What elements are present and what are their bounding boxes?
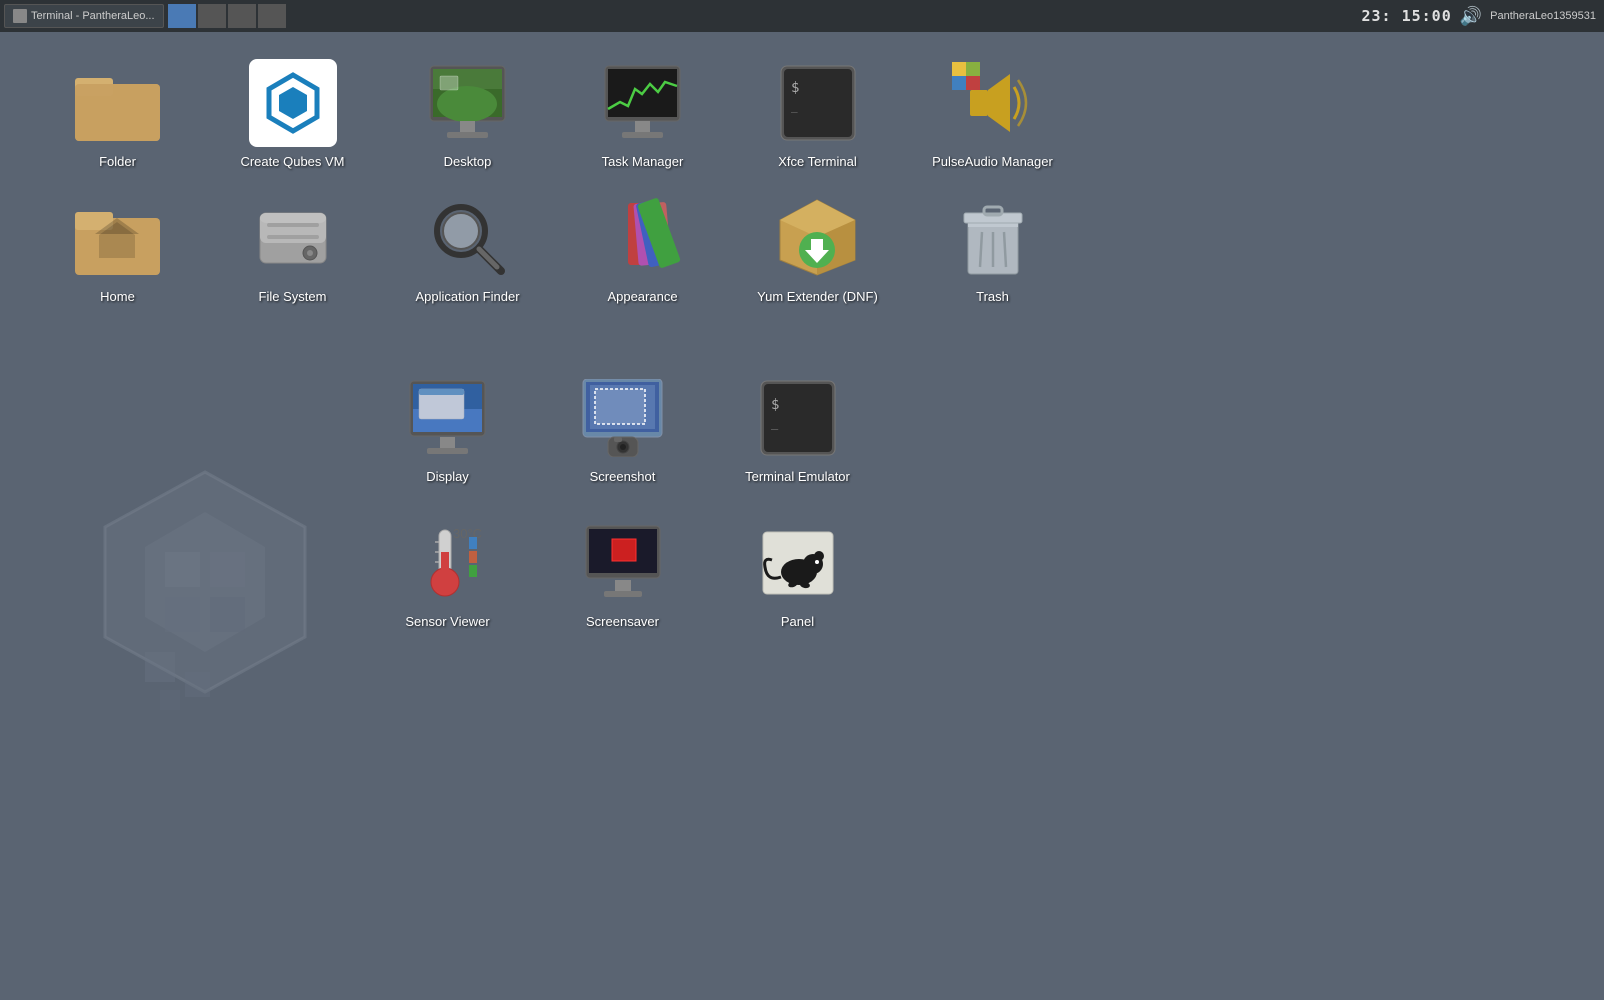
screenshot-icon-item[interactable]: Screenshot <box>545 367 700 492</box>
qubes-vm-svg <box>249 59 337 147</box>
svg-text:_: _ <box>771 416 779 430</box>
desktop-label: Desktop <box>444 154 492 171</box>
svg-text:_: _ <box>791 100 798 113</box>
file-system-icon-item[interactable]: File System <box>215 187 370 312</box>
panel-svg <box>757 522 839 604</box>
icon-row-1: Folder Create Qubes VM <box>40 52 1564 177</box>
terminal-emulator-label: Terminal Emulator <box>745 469 850 486</box>
display-icon-img <box>403 373 493 463</box>
screenshot-icon-img <box>578 373 668 463</box>
terminal-window-button[interactable]: Terminal - PantheraLeo... <box>4 4 164 28</box>
xfce-terminal-svg: $ _ <box>777 62 859 144</box>
icon-row-3: Display Screens <box>40 332 1564 492</box>
workspace-1[interactable] <box>168 4 196 28</box>
trash-icon-img <box>948 193 1038 283</box>
volume-icon[interactable]: 🔊 <box>1460 6 1482 27</box>
desktop: Folder Create Qubes VM <box>0 32 1604 657</box>
file-system-label: File System <box>259 289 327 306</box>
workspace-switcher <box>168 4 286 28</box>
screensaver-label: Screensaver <box>586 614 659 631</box>
task-manager-label: Task Manager <box>602 154 684 171</box>
taskbar-left: Terminal - PantheraLeo... <box>0 4 286 28</box>
appearance-svg <box>600 197 685 279</box>
panel-icon-img <box>753 518 843 608</box>
svg-text:$: $ <box>771 397 779 413</box>
yum-extender-label: Yum Extender (DNF) <box>757 289 878 306</box>
pulseaudio-svg <box>952 62 1034 144</box>
home-icon-img <box>73 193 163 283</box>
screensaver-icon-item[interactable]: Screensaver <box>545 512 700 637</box>
file-system-svg <box>252 197 334 279</box>
folder-label: Folder <box>99 154 136 171</box>
appearance-label: Appearance <box>607 289 677 306</box>
yum-extender-icon-item[interactable]: Yum Extender (DNF) <box>740 187 895 312</box>
application-finder-label: Application Finder <box>415 289 519 306</box>
workspace-2[interactable] <box>198 4 226 28</box>
xfce-terminal-icon-img: $ _ <box>773 58 863 148</box>
task-manager-icon-img <box>598 58 688 148</box>
screenshot-svg <box>580 379 665 457</box>
home-icon-item[interactable]: Home <box>40 187 195 312</box>
xfce-terminal-icon-item[interactable]: $ _ Xfce Terminal <box>740 52 895 177</box>
svg-text:30°C: 30°C <box>453 526 482 541</box>
display-svg <box>405 379 490 457</box>
desktop-svg <box>425 64 510 142</box>
terminal-emulator-icon-img: $ _ <box>753 373 843 463</box>
terminal-emulator-svg: $ _ <box>757 377 839 459</box>
display-label: Display <box>426 469 469 486</box>
create-qubes-vm-label: Create Qubes VM <box>240 154 344 171</box>
appearance-icon-img <box>598 193 688 283</box>
create-qubes-vm-icon-img <box>248 58 338 148</box>
workspace-4[interactable] <box>258 4 286 28</box>
home-svg <box>75 200 160 275</box>
display-icon-item[interactable]: Display <box>370 367 525 492</box>
icon-row-2: Home File System <box>40 187 1564 312</box>
folder-svg <box>75 66 160 141</box>
pulseaudio-manager-icon-item[interactable]: PulseAudio Manager <box>915 52 1070 177</box>
trash-svg <box>952 197 1034 279</box>
application-finder-icon-item[interactable]: Application Finder <box>390 187 545 312</box>
trash-label: Trash <box>976 289 1009 306</box>
desktop-icon-img <box>423 58 513 148</box>
panel-icon-item[interactable]: Panel <box>720 512 875 637</box>
pulseaudio-manager-icon-img <box>948 58 1038 148</box>
create-qubes-vm-icon-item[interactable]: Create Qubes VM <box>215 52 370 177</box>
pulseaudio-manager-label: PulseAudio Manager <box>932 154 1053 171</box>
screenshot-label: Screenshot <box>590 469 656 486</box>
svg-text:$: $ <box>791 80 799 96</box>
folder-icon-img <box>73 58 163 148</box>
sensor-viewer-svg: 30°C <box>407 522 489 604</box>
folder-icon-item[interactable]: Folder <box>40 52 195 177</box>
panel-label: Panel <box>781 614 814 631</box>
sensor-viewer-icon-img: 30°C <box>403 518 493 608</box>
terminal-emulator-icon-item[interactable]: $ _ Terminal Emulator <box>720 367 875 492</box>
window-icon <box>13 9 27 23</box>
screensaver-icon-img <box>578 518 668 608</box>
task-manager-svg <box>600 64 685 142</box>
taskbar: Terminal - PantheraLeo... 23: 15:00 🔊 Pa… <box>0 0 1604 32</box>
qubes-logo-large <box>40 332 350 492</box>
taskbar-right: 23: 15:00 🔊 PantheraLeo1359531 <box>1361 6 1604 27</box>
file-system-icon-img <box>248 193 338 283</box>
sensor-viewer-label: Sensor Viewer <box>405 614 489 631</box>
workspace-3[interactable] <box>228 4 256 28</box>
desktop-icon-item[interactable]: Desktop <box>390 52 545 177</box>
trash-icon-item[interactable]: Trash <box>915 187 1070 312</box>
application-finder-icon-img <box>423 193 513 283</box>
sensor-viewer-icon-item[interactable]: 30°C Sensor Viewer <box>370 512 525 637</box>
application-finder-svg <box>427 197 509 279</box>
window-title: Terminal - PantheraLeo... <box>31 10 155 22</box>
screensaver-svg <box>582 524 664 602</box>
user-label: PantheraLeo1359531 <box>1490 10 1596 22</box>
home-label: Home <box>100 289 135 306</box>
task-manager-icon-item[interactable]: Task Manager <box>565 52 720 177</box>
yum-extender-icon-img <box>773 193 863 283</box>
xfce-terminal-label: Xfce Terminal <box>778 154 857 171</box>
yum-extender-svg <box>775 195 860 280</box>
clock: 23: 15:00 <box>1361 7 1451 25</box>
qubes-watermark-svg <box>55 452 355 772</box>
appearance-icon-item[interactable]: Appearance <box>565 187 720 312</box>
